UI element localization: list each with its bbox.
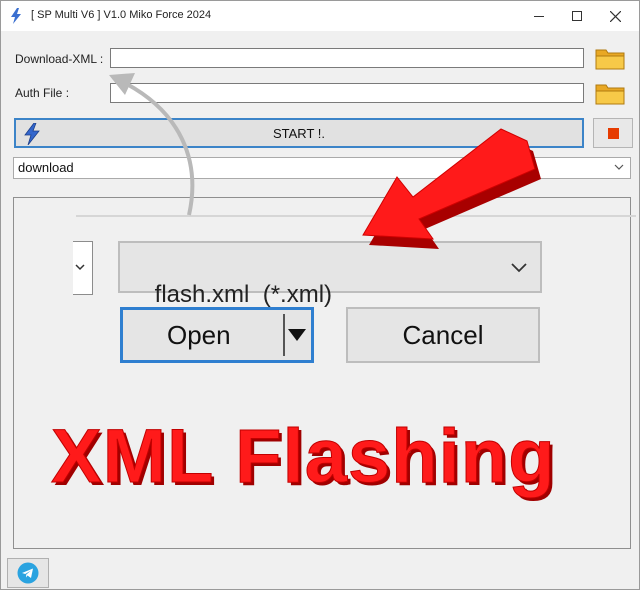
browse-auth-button[interactable] xyxy=(593,79,627,107)
download-xml-label: Download-XML : xyxy=(15,52,104,66)
auth-file-label: Auth File : xyxy=(15,86,70,100)
open-button[interactable]: Open xyxy=(120,307,314,363)
mode-selected-value: download xyxy=(18,160,74,175)
caret-down-icon[interactable] xyxy=(287,328,307,342)
folder-icon xyxy=(595,49,625,70)
chevron-down-icon xyxy=(511,263,527,273)
folder-icon xyxy=(595,84,625,105)
title-bar: [ SP Multi V6 ] V1.0 Miko Force 2024 xyxy=(1,1,639,31)
app-window: [ SP Multi V6 ] V1.0 Miko Force 2024 Dow… xyxy=(0,0,640,590)
open-label: Open xyxy=(167,320,231,350)
lightning-icon xyxy=(24,123,40,145)
close-icon xyxy=(609,10,621,22)
window-title: [ SP Multi V6 ] V1.0 Miko Force 2024 xyxy=(31,9,212,21)
start-button[interactable]: START !. xyxy=(14,118,584,148)
maximize-button[interactable] xyxy=(557,1,597,31)
stop-icon xyxy=(607,127,619,139)
chevron-down-icon xyxy=(75,264,85,271)
cancel-button[interactable]: Cancel xyxy=(346,307,540,363)
minimize-icon xyxy=(534,15,544,17)
file-type-value: flash.xml (*.xml) xyxy=(154,281,333,308)
telegram-icon xyxy=(17,562,39,584)
stop-button[interactable] xyxy=(593,118,633,148)
mode-select[interactable]: download xyxy=(13,157,631,179)
close-button[interactable] xyxy=(595,1,635,31)
start-label: START !. xyxy=(272,125,325,141)
open-split-divider xyxy=(283,314,285,356)
lightning-icon xyxy=(11,8,21,24)
cancel-label: Cancel xyxy=(402,319,484,350)
file-name-input-edge[interactable] xyxy=(73,241,93,295)
headline-text: XML Flashing xyxy=(51,414,556,500)
telegram-button[interactable] xyxy=(7,558,49,588)
dialog-divider xyxy=(76,215,636,217)
browse-xml-button[interactable] xyxy=(593,44,627,72)
minimize-button[interactable] xyxy=(519,1,559,31)
file-type-select[interactable]: flash.xml (*.xml) xyxy=(118,241,542,308)
chevron-down-icon xyxy=(614,164,624,170)
auth-file-input[interactable] xyxy=(110,83,584,103)
download-xml-input[interactable] xyxy=(110,48,584,68)
maximize-icon xyxy=(572,11,582,21)
